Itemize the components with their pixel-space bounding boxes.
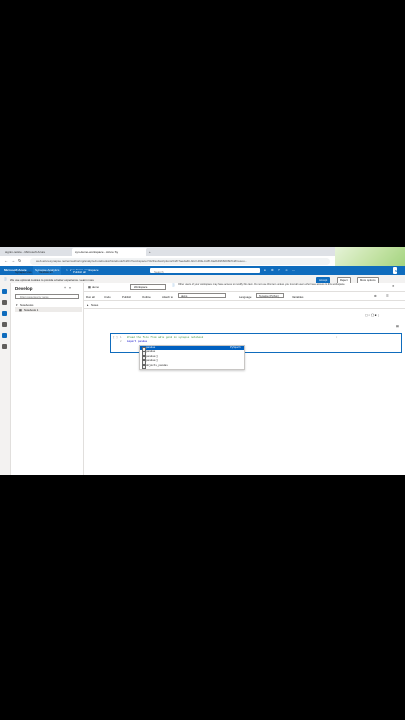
reload-icon[interactable]: ↻ [18,258,21,263]
variables-button[interactable]: Variables [292,295,303,299]
browser-window: signin-notice - Microsoft Azure syn-demo… [0,247,405,475]
module-icon [141,364,146,370]
develop-title: Develop [15,286,33,291]
back-icon[interactable]: ← [4,258,8,263]
tab-label: signin-notice - Microsoft Azure [5,250,46,254]
attach-to-value: demo [181,295,188,298]
search-input[interactable]: Search [150,268,260,274]
properties-icon[interactable]: ☰ [386,294,389,298]
settings-icon[interactable]: ⚙ [374,294,377,298]
cell-collapse-icon[interactable]: [ ] [113,336,118,339]
user-account[interactable]: SYNAPSEDEMO [393,267,405,274]
notebook-editor: ▦ demo Workspace ⓘ Other users of your w… [84,283,405,475]
workspace-select-value: Workspace [134,286,148,289]
url-field[interactable]: web.azuresynapse.net/en/authoring/analyz… [30,257,330,265]
notebook-icon: ▦ [88,285,91,289]
readme-label[interactable]: Notes [91,303,98,307]
integrate-icon[interactable] [2,322,7,327]
tab-validate-all[interactable]: Validate all [39,270,52,274]
readme-bar: ▸ Notes [84,301,405,309]
notebook-tab-strip: ▦ demo Workspace ⓘ Other users of your w… [84,283,405,292]
more-icon[interactable]: ⋯ [292,266,295,275]
run-all-button[interactable]: Run all [86,295,95,299]
monitor-icon[interactable] [2,333,7,338]
plus-icon: + [149,250,151,254]
autocomplete-label: objects_pandas [146,363,168,367]
gear-icon[interactable]: ⚙ [271,266,274,275]
line-number: 2 [120,340,122,343]
autocomplete-label: pandas() [146,359,159,363]
browser-tab[interactable]: signin-notice - Microsoft Azure [2,248,74,256]
add-resource-icon[interactable]: + [64,286,66,290]
develop-pane: Synapse Live Validate all Publish all De… [11,270,88,475]
autocomplete-label: pandas() [146,354,159,358]
filter-input[interactable]: Filter resources by name [15,294,79,299]
cell-toolbar-icons[interactable]: ▢ ○ ◯ ■ ⋮ [365,313,380,317]
tab-label: syn-demo-workspace - Azure Sy [75,250,119,254]
info-icon: ⓘ [4,277,7,281]
manage-icon[interactable] [2,344,7,349]
line-number: 1 [120,336,122,339]
notebook-tab[interactable]: demo [92,285,99,289]
expand-icon[interactable]: ▤ [396,324,399,328]
filter-placeholder: Filter resources by name [20,296,49,299]
reject-label: Reject [340,278,348,282]
autocomplete-label: pandas [146,350,156,354]
code-line-import[interactable]: import pandas [127,340,147,343]
autocomplete-item[interactable]: objects_pandas [140,363,244,370]
forward-icon[interactable]: → [11,258,15,263]
azure-header: Microsoft Azure Synapse Analytics > syn-… [0,266,405,275]
notebook-list-item[interactable]: ▦ Notebook 1 [15,307,82,312]
notebook-icon: ▦ [19,308,22,312]
workspace-info-text: Other users of your workspace may have a… [178,283,346,286]
accept-label: Accept [319,278,328,282]
publish-button[interactable]: Publish [122,295,131,299]
data-icon[interactable] [2,300,7,305]
undo-button[interactable]: Undo [104,295,111,299]
publish-all-button[interactable]: Publish all [71,270,88,274]
bell-icon[interactable]: ● [264,266,266,275]
cursor-icon: ↕ [336,336,338,339]
more-options-label: More options [360,278,376,282]
collapse-icon[interactable]: « [69,286,71,290]
new-tab-button[interactable]: + [146,248,158,256]
help-icon[interactable]: ? [278,266,280,275]
notebook-item-label: Notebook 1 [24,308,39,312]
browser-tab-active[interactable]: syn-demo-workspace - Azure Sy [72,248,148,256]
code-line-comment[interactable]: #read the file from adls gen2 in synapse… [127,336,203,339]
chevron-right-icon[interactable]: ▸ [87,303,88,307]
info-icon: ⓘ [172,283,175,287]
feedback-icon[interactable]: ☺ [285,266,288,275]
autocomplete-popup: pandas PySpark pandas pandas() pandas() o… [139,345,245,370]
breadcrumb-separator: > [66,268,68,272]
outline-button[interactable]: Outline [142,295,151,299]
autocomplete-label: pandas [146,346,156,349]
close-icon[interactable]: ✕ [392,284,394,288]
home-icon[interactable] [2,289,7,294]
notebook-toolbar: Run all Undo Publish Outline Attach to d… [84,292,405,301]
notice-text: We use optional cookies to provide a bet… [10,277,94,282]
workspace-select[interactable]: Workspace [130,284,166,290]
tab-synapse-live[interactable]: Synapse Live [15,270,32,274]
language-select[interactable]: Synapse (Python) [256,293,284,298]
attach-to-select[interactable]: demo [178,293,226,298]
language-value: Synapse (Python) [259,295,279,298]
develop-icon[interactable] [2,311,7,316]
url-text: web.azuresynapse.net/en/authoring/analyz… [36,258,248,263]
left-nav-rail [0,283,11,475]
attach-to-label: Attach to [162,294,174,299]
language-label: Language [239,294,252,299]
